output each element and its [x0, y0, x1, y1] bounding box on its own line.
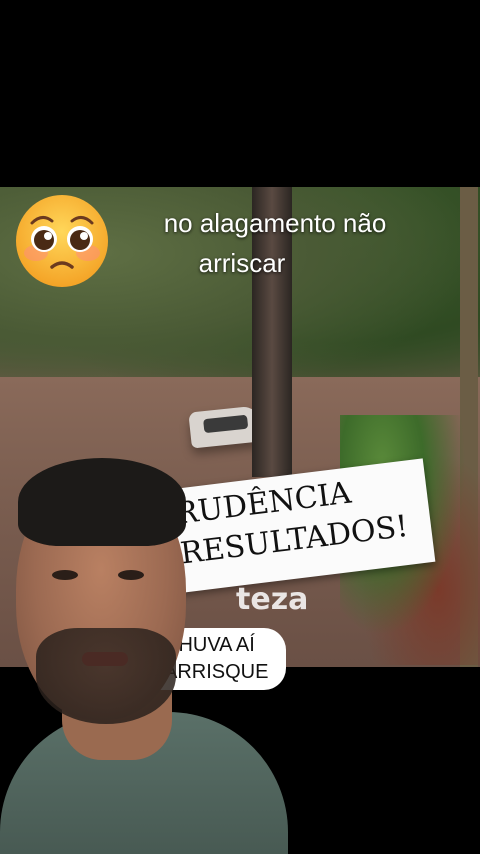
man-hair: [18, 458, 186, 546]
watermark-text: teza: [236, 582, 309, 617]
man-beard: [36, 628, 176, 724]
man-mouth: [82, 652, 128, 666]
right-eye: [118, 570, 144, 580]
submerged-car: [188, 405, 262, 449]
car-window: [203, 414, 249, 434]
bubble-line-2: ARRISQUE: [164, 661, 269, 683]
pleading-face-icon: [16, 195, 108, 287]
left-eye: [52, 570, 78, 580]
